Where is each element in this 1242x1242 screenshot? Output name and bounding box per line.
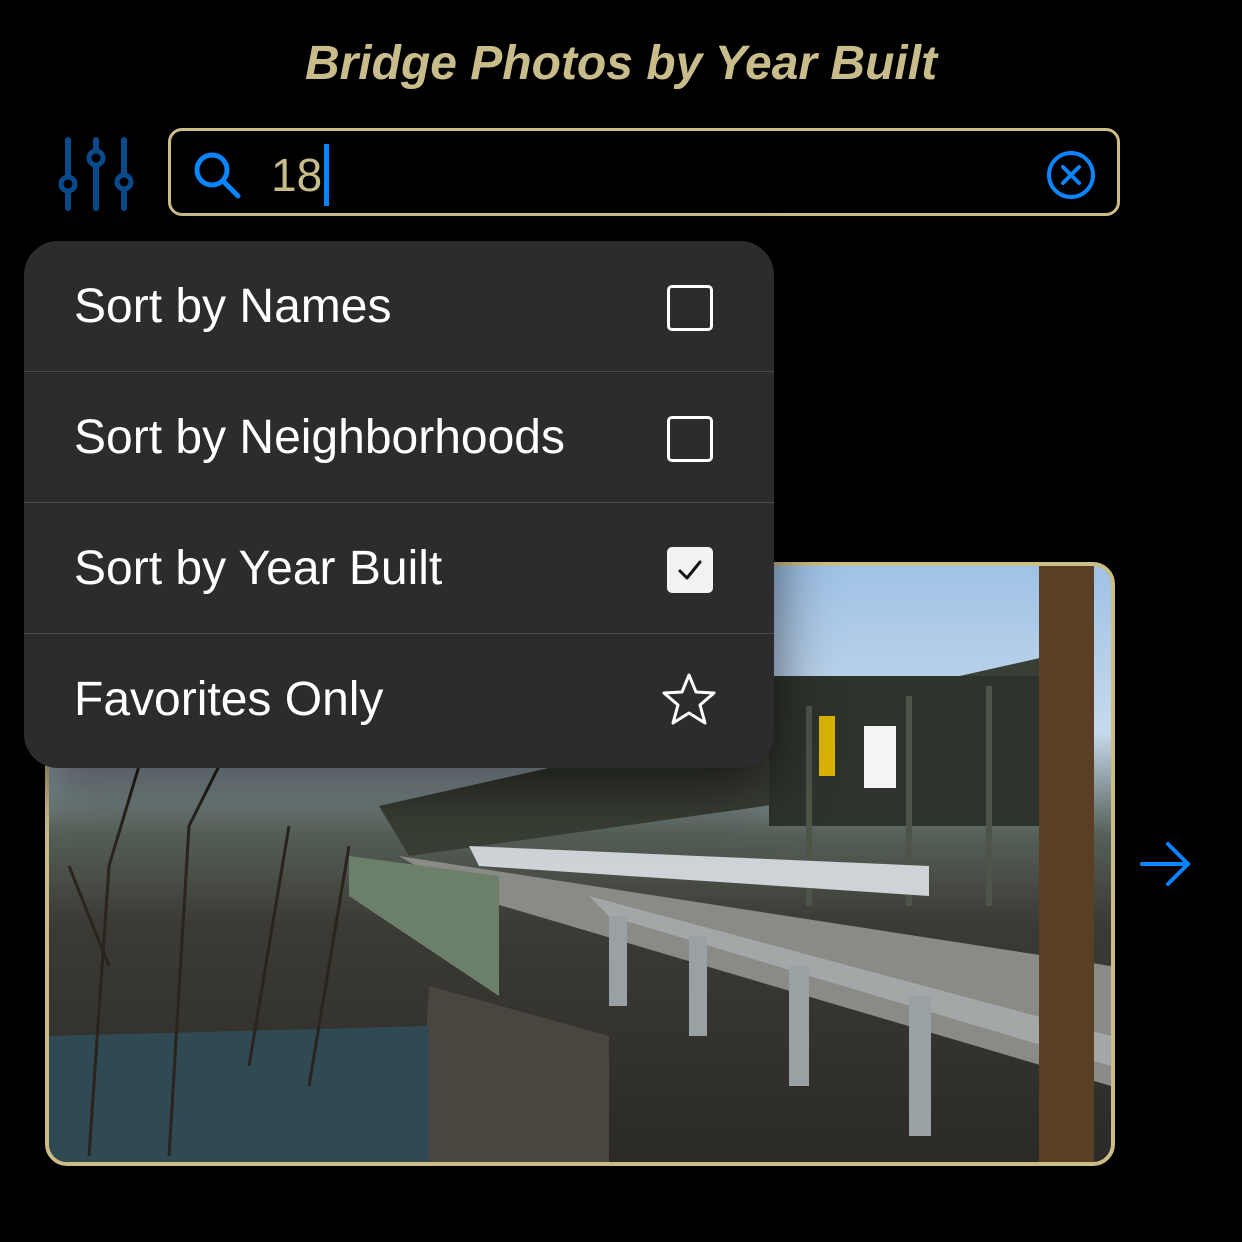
sort-menu: Sort by Names Sort by Neighborhoods Sort… — [24, 241, 774, 768]
menu-item-favorites-only[interactable]: Favorites Only — [24, 634, 774, 768]
checkbox-unchecked[interactable] — [667, 285, 713, 331]
arrow-right-icon[interactable] — [1138, 840, 1194, 888]
checkbox-unchecked[interactable] — [667, 416, 713, 462]
text-caret — [324, 143, 330, 206]
clear-circle-icon[interactable] — [1045, 149, 1097, 201]
checkmark-icon — [678, 560, 702, 580]
menu-item-sort-by-neighborhoods[interactable]: Sort by Neighborhoods — [24, 372, 774, 503]
page-title: Bridge Photos by Year Built — [304, 37, 938, 90]
search-field[interactable]: 18 — [168, 128, 1120, 216]
search-input-value: 18 — [271, 149, 323, 201]
menu-item-label: Sort by Year Built — [74, 542, 443, 595]
star-icon[interactable] — [660, 672, 718, 728]
menu-item-sort-by-year-built[interactable]: Sort by Year Built — [24, 503, 774, 634]
menu-item-label: Favorites Only — [74, 673, 384, 726]
filter-button[interactable] — [54, 134, 138, 214]
page: Bridge Photos by Year Built 18 Sort by N… — [0, 0, 1242, 1242]
menu-item-sort-by-names[interactable]: Sort by Names — [24, 241, 774, 372]
search-input[interactable]: 18 — [271, 143, 330, 206]
menu-item-label: Sort by Names — [74, 280, 392, 333]
checkbox-checked[interactable] — [667, 547, 713, 593]
menu-item-label: Sort by Neighborhoods — [74, 411, 565, 464]
search-icon — [194, 152, 241, 199]
sliders-icon — [58, 137, 134, 211]
